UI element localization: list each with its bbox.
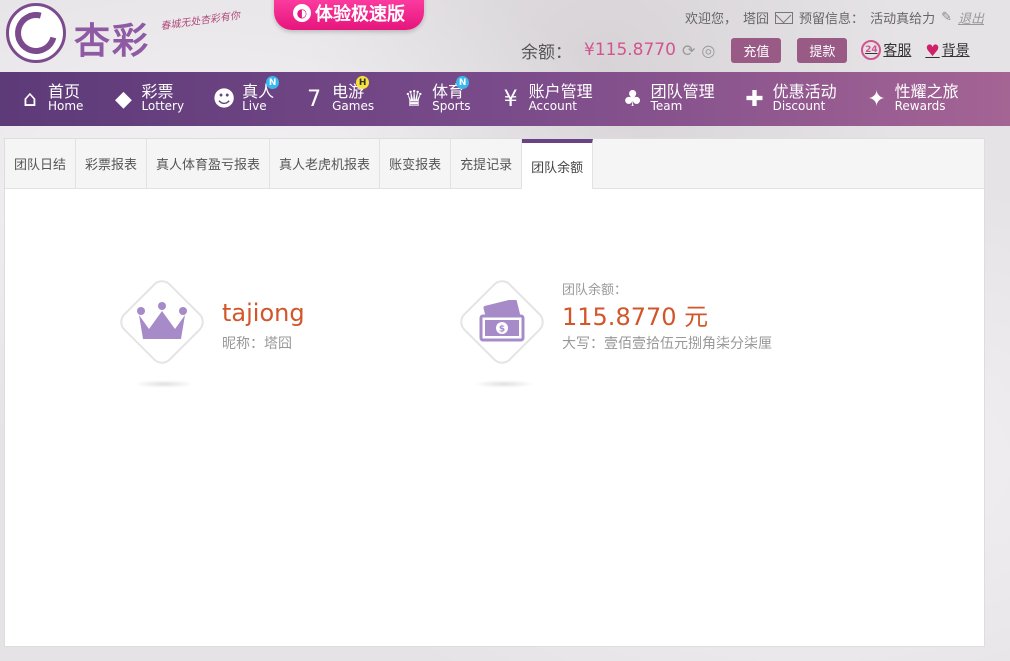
nav-item-text: 首页 Home	[48, 84, 83, 114]
recharge-button[interactable]: 充值	[731, 37, 782, 63]
support-24-icon: 24	[861, 40, 882, 60]
promo-label: 体验极速版	[315, 4, 405, 25]
nav-item-text: 账户管理 Account	[529, 84, 593, 114]
top-username: 塔囧	[743, 12, 770, 27]
promo-fast-version-button[interactable]: ◐ 体验极速版	[274, 0, 424, 30]
background-label: 背景	[941, 43, 970, 59]
nav-item-text: 彩票 Lottery	[141, 84, 184, 114]
tab-4[interactable]: 账变报表	[380, 139, 452, 188]
shirt-icon: ♥	[925, 40, 940, 60]
nav-item-text: 性耀之旅 Rewards	[895, 84, 959, 114]
user-topline: 欢迎您， 塔囧 预留信息： 活动真给力 ✎ 退出	[685, 8, 984, 27]
main-nav: ⌂ 首页 Home ◆ 彩票 Lottery ☻ 真人 Live N 7 电游 Games H ♛ 体育 Spo…	[0, 72, 1010, 126]
team-icon: ♣	[622, 86, 643, 112]
user-name: tajiong	[222, 299, 305, 327]
nav-item-text: 电游 Games	[332, 84, 374, 114]
refresh-icon[interactable]: ⟳	[682, 41, 695, 60]
nav-item-label-cn: 首页	[48, 82, 81, 101]
nav-item-sports[interactable]: ♛ 体育 Sports N	[402, 76, 471, 114]
balance-row: 余额： ¥115.8770 ⟳ ◎ 充值 提款 24 客服 ♥ 背景	[521, 37, 970, 63]
nav-badge-n: N	[456, 76, 470, 89]
nav-item-label-en: Lottery	[141, 99, 185, 113]
balance-label: 余额：	[521, 42, 572, 63]
nav-item-label-en: Team	[650, 99, 683, 113]
rewards-icon: ✦	[867, 86, 886, 112]
team-balance-uppercase: 大写：壹佰壹拾伍元捌角柒分柒厘	[562, 336, 772, 352]
home-icon: ⌂	[23, 86, 37, 112]
tab-6-active[interactable]: 团队余额	[522, 139, 594, 189]
logo-slogan: 春城无处杏彩有你	[159, 10, 241, 33]
welcome-text: 欢迎您，	[685, 12, 738, 27]
trophy-icon: ♛	[404, 86, 424, 112]
nav-item-team[interactable]: ♣ 团队管理 Team	[621, 84, 715, 114]
nav-item-home[interactable]: ⌂ 首页 Home	[18, 84, 83, 114]
nav-item-label-cn: 团队管理	[650, 82, 715, 101]
nav-item-live[interactable]: ☻ 真人 Live N	[212, 76, 280, 114]
customer-service-label: 客服	[883, 43, 912, 59]
nav-item-label-en: Live	[242, 99, 267, 113]
nav-item-text: 团队管理 Team	[651, 84, 715, 114]
nav-item-lottery[interactable]: ◆ 彩票 Lottery	[111, 84, 184, 114]
speed-icon: ◐	[293, 4, 311, 22]
mail-icon[interactable]	[775, 11, 794, 24]
edit-icon[interactable]: ✎	[941, 10, 952, 25]
reserved-info-label: 预留信息：	[799, 12, 865, 27]
nav-item-label-en: Rewards	[894, 99, 946, 113]
user-nickname: 昵称：塔囧	[222, 336, 292, 352]
tab-1[interactable]: 彩票报表	[76, 139, 148, 188]
report-tabs: 团队日结 彩票报表 真人体育盈亏报表 真人老虎机报表 账变报表 充提记录 团队余额	[5, 139, 984, 189]
hide-eye-icon[interactable]: ◎	[701, 41, 715, 60]
nav-item-rewards[interactable]: ✦ 性耀之旅 Rewards	[865, 84, 959, 114]
withdraw-button[interactable]: 提款	[797, 37, 848, 63]
money-stack-icon: $	[472, 292, 532, 352]
nav-badge-n: N	[266, 76, 280, 89]
logo-text[interactable]: 杏彩	[74, 12, 150, 64]
nav-item-label-en: Home	[48, 99, 84, 113]
tab-5[interactable]: 充提记录	[451, 139, 523, 188]
tab-2[interactable]: 真人体育盈亏报表	[147, 139, 271, 188]
nav-item-games[interactable]: 7 电游 Games H	[302, 76, 374, 114]
logo-emblem-icon[interactable]	[6, 3, 66, 63]
nav-item-account[interactable]: ¥ 账户管理 Account	[499, 84, 593, 114]
dealer-icon: ☻	[212, 86, 236, 112]
content-panel: 团队日结 彩票报表 真人体育盈亏报表 真人老虎机报表 账变报表 充提记录 团队余额 taji…	[4, 138, 985, 647]
gift-icon: ✚	[745, 86, 764, 112]
logout-link[interactable]: 退出	[958, 8, 984, 27]
nav-item-label-cn: 账户管理	[528, 82, 593, 101]
nav-item-label-en: Sports	[432, 99, 471, 113]
nav-item-label-en: Account	[528, 99, 578, 113]
yen-coin-icon: ¥	[503, 86, 518, 112]
tab-3[interactable]: 真人老虎机报表	[270, 139, 381, 188]
money-card-shadow	[474, 380, 534, 388]
nav-item-label-cn: 彩票	[141, 82, 174, 101]
tab-0[interactable]: 团队日结	[5, 139, 77, 188]
nav-item-discount[interactable]: ✚ 优惠活动 Discount	[743, 84, 837, 114]
reserved-info-value: 活动真给力	[870, 12, 936, 27]
team-balance-amount: 115.8770 元	[562, 303, 709, 331]
user-card-shadow	[134, 380, 194, 388]
header: 杏彩 春城无处杏彩有你 ◐ 体验极速版 欢迎您， 塔囧 预留信息： 活动真给力 …	[0, 0, 1010, 72]
nav-item-label-cn: 性耀之旅	[894, 82, 959, 101]
customer-service-link[interactable]: 24 客服	[861, 40, 911, 60]
slot-seven-icon: 7	[307, 86, 322, 112]
background-link[interactable]: ♥ 背景	[925, 40, 969, 60]
balance-value: ¥115.8770	[584, 40, 676, 60]
crown-icon	[132, 292, 192, 352]
ticket-icon: ◆	[114, 86, 132, 112]
nav-item-label-en: Discount	[772, 99, 826, 113]
nav-item-text: 优惠活动 Discount	[773, 84, 837, 114]
team-balance-label: 团队余额：	[562, 283, 628, 298]
nav-item-label-cn: 优惠活动	[772, 82, 837, 101]
nav-item-label-en: Games	[332, 99, 375, 113]
svg-text:$: $	[499, 325, 505, 335]
